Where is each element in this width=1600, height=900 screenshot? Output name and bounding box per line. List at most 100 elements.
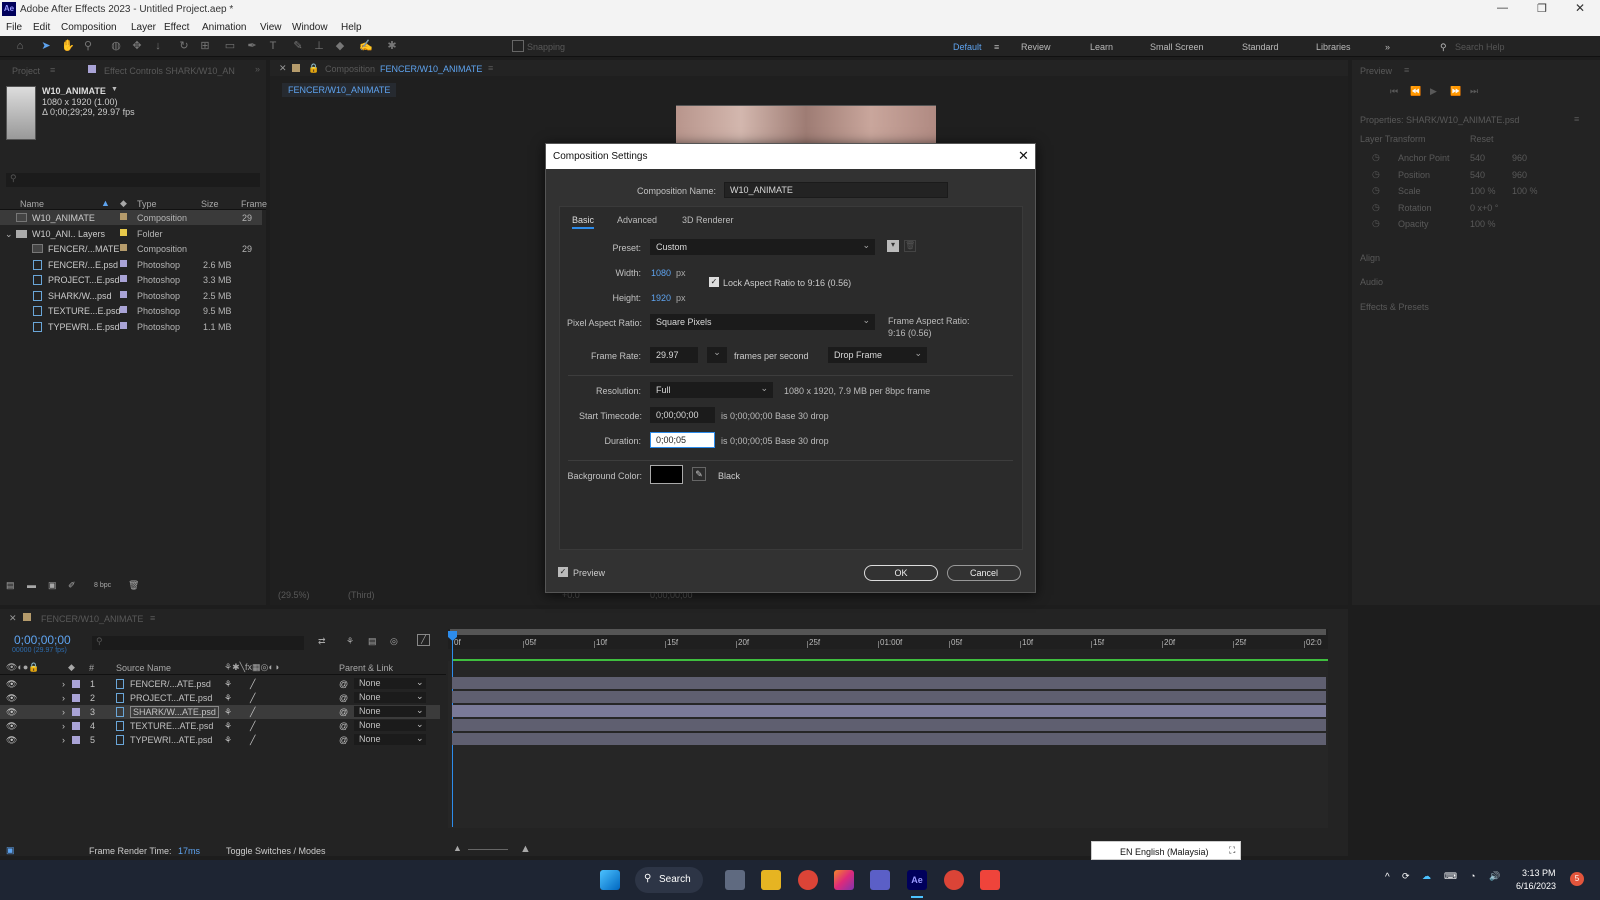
search-icon[interactable]: ⚲ xyxy=(1440,42,1447,53)
layer-duration-bar[interactable] xyxy=(452,677,1326,689)
timeline-search-input[interactable]: ⚲ xyxy=(92,636,304,650)
ok-button[interactable]: OK xyxy=(864,565,938,581)
language-bar[interactable]: EN English (Malaysia) ⛶ xyxy=(1091,841,1241,860)
tab-project-menu-icon[interactable]: ≡ xyxy=(50,65,55,75)
property-value-1[interactable]: 540 xyxy=(1470,170,1485,180)
selection-tool-icon[interactable]: ➤ xyxy=(40,40,52,52)
close-tab-icon[interactable]: ✕ xyxy=(279,63,287,74)
label-color-swatch[interactable] xyxy=(120,275,127,282)
project-item[interactable]: SHARK/W...psd Photoshop 2.5 MB xyxy=(0,288,262,303)
maximize-button[interactable]: ❐ xyxy=(1537,2,1547,15)
sync-icon[interactable]: ⟳ xyxy=(1402,871,1410,882)
tab-project[interactable]: Project xyxy=(12,66,40,76)
search-help-input[interactable]: Search Help xyxy=(1455,42,1505,52)
project-item[interactable]: W10_ANIMATE Composition 29 xyxy=(0,210,262,225)
pen-tool-icon[interactable]: ✒ xyxy=(246,40,258,52)
height-value[interactable]: 1920 xyxy=(651,293,671,303)
property-value-2[interactable]: 100 % xyxy=(1512,186,1538,196)
expand-arrow-icon[interactable]: › xyxy=(62,707,65,717)
label-color-swatch[interactable] xyxy=(120,306,127,313)
toggle-switches-modes[interactable]: Toggle Switches / Modes xyxy=(226,846,326,856)
anydesk-icon[interactable] xyxy=(980,870,1000,890)
shy-switch-icon[interactable]: ⚘ xyxy=(224,679,232,690)
timeline-layer-row[interactable]: 👁 › 2 PROJECT...ATE.psd ⚘ ╱ @ None ⌄ xyxy=(0,691,440,705)
eye-icon[interactable]: 👁 xyxy=(6,721,17,732)
reset-link[interactable]: Reset xyxy=(1470,134,1494,144)
notification-badge[interactable]: 5 xyxy=(1570,872,1584,886)
minimize-button[interactable]: — xyxy=(1497,2,1508,14)
lock-icon[interactable]: 🔒 xyxy=(308,63,319,74)
quality-switch-icon[interactable]: ╱ xyxy=(250,735,255,746)
comp-name-dropdown-icon[interactable]: ▼ xyxy=(111,86,118,93)
trash-icon[interactable]: 🗑 xyxy=(128,580,139,591)
tab-basic[interactable]: Basic xyxy=(572,215,595,229)
layer-name[interactable]: PROJECT...ATE.psd xyxy=(130,693,212,703)
workspace-learn[interactable]: Learn xyxy=(1090,42,1113,52)
frame-rate-input[interactable]: 29.97 xyxy=(650,347,698,363)
eye-icon[interactable]: 👁 xyxy=(6,693,17,704)
comp-tab-menu-icon[interactable]: ≡ xyxy=(488,63,493,73)
last-frame-icon[interactable]: ⏭ xyxy=(1470,86,1478,97)
prev-frame-icon[interactable]: ⏪ xyxy=(1410,86,1421,97)
draft-3d-icon[interactable]: ⚘ xyxy=(346,636,354,647)
dolly-tool-icon[interactable]: ↓ xyxy=(152,40,164,52)
language-restore-icon[interactable]: ⛶ xyxy=(1229,845,1235,856)
label-color-swatch[interactable] xyxy=(120,244,127,251)
parent-dropdown[interactable]: None ⌄ xyxy=(354,677,426,689)
parent-pickwhip-icon[interactable]: @ xyxy=(339,735,348,745)
project-item[interactable]: TEXTURE...E.psd Photoshop 9.5 MB xyxy=(0,303,262,318)
taskbar-search[interactable]: ⚲ Search xyxy=(635,867,703,893)
quality-switch-icon[interactable]: ╱ xyxy=(250,679,255,690)
new-folder-icon[interactable]: ▬ xyxy=(27,580,36,590)
stopwatch-icon[interactable]: ◷ xyxy=(1372,185,1380,196)
timeline-timecode[interactable]: 0;00;00;00 xyxy=(14,633,71,647)
volume-icon[interactable]: 🔊 xyxy=(1489,871,1500,882)
parent-dropdown[interactable]: None ⌄ xyxy=(354,733,426,745)
brush-tool-icon[interactable]: ✎ xyxy=(292,40,304,52)
workspace-standard[interactable]: Standard xyxy=(1242,42,1279,52)
menu-effect[interactable]: Effect xyxy=(164,22,189,33)
project-item[interactable]: FENCER/...MATE Composition 29 xyxy=(0,241,262,256)
rectangle-tool-icon[interactable]: ▭ xyxy=(224,40,236,52)
after-effects-taskbar-icon[interactable]: Ae xyxy=(907,870,927,890)
quality-switch-icon[interactable]: ╱ xyxy=(250,721,255,732)
render-icons[interactable]: ▣ xyxy=(6,845,15,856)
expand-arrow-icon[interactable]: › xyxy=(62,735,65,745)
delete-preset-icon[interactable]: 🗑 xyxy=(904,240,916,252)
layer-duration-bar[interactable] xyxy=(452,719,1326,731)
comp-tab-name[interactable]: FENCER/W10_ANIMATE xyxy=(380,64,482,74)
preview-menu-icon[interactable]: ≡ xyxy=(1404,65,1409,75)
play-icon[interactable]: ▶ xyxy=(1430,86,1437,97)
eye-icon[interactable]: 👁 xyxy=(6,707,17,718)
tab-3d-renderer[interactable]: 3D Renderer xyxy=(682,215,734,225)
project-search-input[interactable]: ⚲ xyxy=(6,173,260,187)
hide-shy-icon[interactable]: ▤ xyxy=(368,636,377,647)
panel-overflow-icon[interactable]: » xyxy=(255,64,260,74)
home-icon[interactable]: ⌂ xyxy=(14,40,26,52)
anchor-tool-icon[interactable]: ⊞ xyxy=(199,40,211,52)
audio-section[interactable]: Audio xyxy=(1360,277,1383,287)
quality-switch-icon[interactable]: ╱ xyxy=(250,707,255,718)
save-preset-icon[interactable]: ▾ xyxy=(887,240,899,252)
stopwatch-icon[interactable]: ◷ xyxy=(1372,202,1380,213)
parent-pickwhip-icon[interactable]: @ xyxy=(339,693,348,703)
task-view-icon[interactable] xyxy=(725,870,745,890)
layer-duration-bar[interactable] xyxy=(452,691,1326,703)
interpret-footage-icon[interactable]: ▤ xyxy=(6,580,15,591)
menu-window[interactable]: Window xyxy=(292,22,328,33)
label-color-swatch[interactable] xyxy=(120,259,127,267)
timeline-tab-name[interactable]: FENCER/W10_ANIMATE xyxy=(41,614,143,624)
frame-blending-icon[interactable]: ◎ xyxy=(390,636,398,647)
col-size[interactable]: Size xyxy=(201,199,219,209)
label-color-swatch[interactable] xyxy=(72,736,80,744)
roto-brush-icon[interactable]: ✍ xyxy=(359,40,373,52)
pan-tool-icon[interactable]: ✥ xyxy=(131,40,143,52)
parent-dropdown[interactable]: None ⌄ xyxy=(354,719,426,731)
col-frame[interactable]: Frame xyxy=(241,199,267,209)
property-value-1[interactable]: 0 x+0 ° xyxy=(1470,203,1498,213)
menu-edit[interactable]: Edit xyxy=(33,22,50,33)
workspace-small-screen[interactable]: Small Screen xyxy=(1150,42,1204,52)
effects-presets-section[interactable]: Effects & Presets xyxy=(1360,302,1429,312)
clock-time[interactable]: 3:13 PM xyxy=(1522,868,1556,878)
preset-dropdown[interactable]: Custom ⌄ xyxy=(650,239,875,255)
